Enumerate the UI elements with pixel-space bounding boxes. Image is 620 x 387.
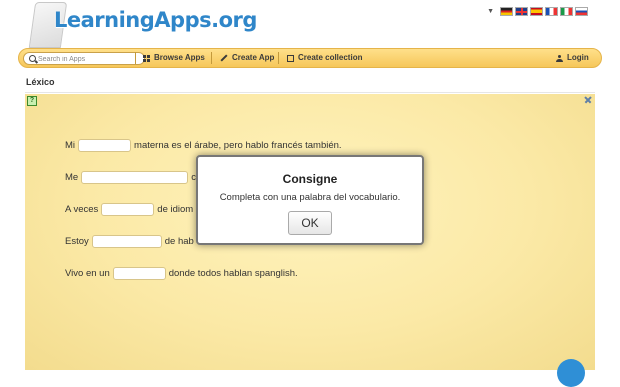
browse-apps-link[interactable]: Browse Apps [143,49,205,67]
login-label: Login [567,53,589,62]
sentence-text-before: Estoy [65,236,89,247]
title-divider [25,92,595,93]
sentence-text-after: donde todos hablan spanglish. [168,268,298,279]
sentence-text-after: de hab [164,236,194,247]
main-navbar: Browse Apps Create App Create collection… [18,48,602,68]
search-box [23,52,145,65]
dialog-message: Completa con una palabra del vocabulario… [219,192,401,203]
answer-input[interactable] [112,267,166,280]
floating-action-button[interactable] [557,359,585,387]
nav-separator [211,52,212,64]
page-title: Léxico [26,77,55,87]
create-app-label: Create App [232,53,275,62]
sentence-text-after: de idiom [157,204,194,215]
create-collection-link[interactable]: Create collection [287,49,362,67]
answer-input[interactable] [91,235,162,248]
grid-icon [143,54,150,62]
dialog-title: Consigne [282,172,338,186]
sentence-row: Mi materna es el árabe, pero hablo franc… [65,138,342,153]
ok-button[interactable]: OK [288,211,332,235]
flag-gb-icon[interactable] [515,7,528,16]
collection-icon [287,54,294,62]
nav-separator [278,52,279,64]
help-icon[interactable]: ? [27,96,37,106]
answer-input[interactable] [101,203,155,216]
flag-it-icon[interactable] [560,7,573,16]
sentence-row: Vivo en un donde todos hablan spanglish. [65,266,298,281]
fullscreen-icon[interactable] [584,96,592,104]
sentence-row: A veces de idiom [65,202,193,217]
instructions-dialog: Consigne Completa con una palabra del vo… [196,155,424,245]
flag-es-icon[interactable] [530,7,543,16]
sentence-text-before: Vivo en un [65,268,110,279]
caret-down-icon[interactable]: ▼ [487,8,494,15]
logo[interactable]: LearningApps.org [28,0,257,48]
create-collection-label: Create collection [298,53,363,62]
answer-input[interactable] [81,171,189,184]
logo-text: LearningApps.org [54,8,257,32]
user-icon [556,54,563,62]
sentence-row: Me c [65,170,196,185]
create-app-link[interactable]: Create App [220,49,274,67]
sentence-text-after: materna es el árabe, pero hablo francés … [134,140,342,151]
flag-de-icon[interactable] [500,7,513,16]
login-link[interactable]: Login [556,49,589,67]
answer-input[interactable] [78,139,132,152]
search-input[interactable] [38,54,138,64]
flag-fr-icon[interactable] [545,7,558,16]
browse-apps-label: Browse Apps [154,53,205,62]
nav-separator [135,52,136,64]
pencil-icon [220,54,228,62]
sentence-row: Estoy de hab [65,234,194,249]
language-selector: ▼ [487,7,588,16]
sentence-text-before: A veces [65,204,99,215]
flag-ru-icon[interactable] [575,7,588,16]
sentence-text-before: Me [65,172,79,183]
sentence-text-before: Mi [65,140,76,151]
search-icon [29,55,36,62]
